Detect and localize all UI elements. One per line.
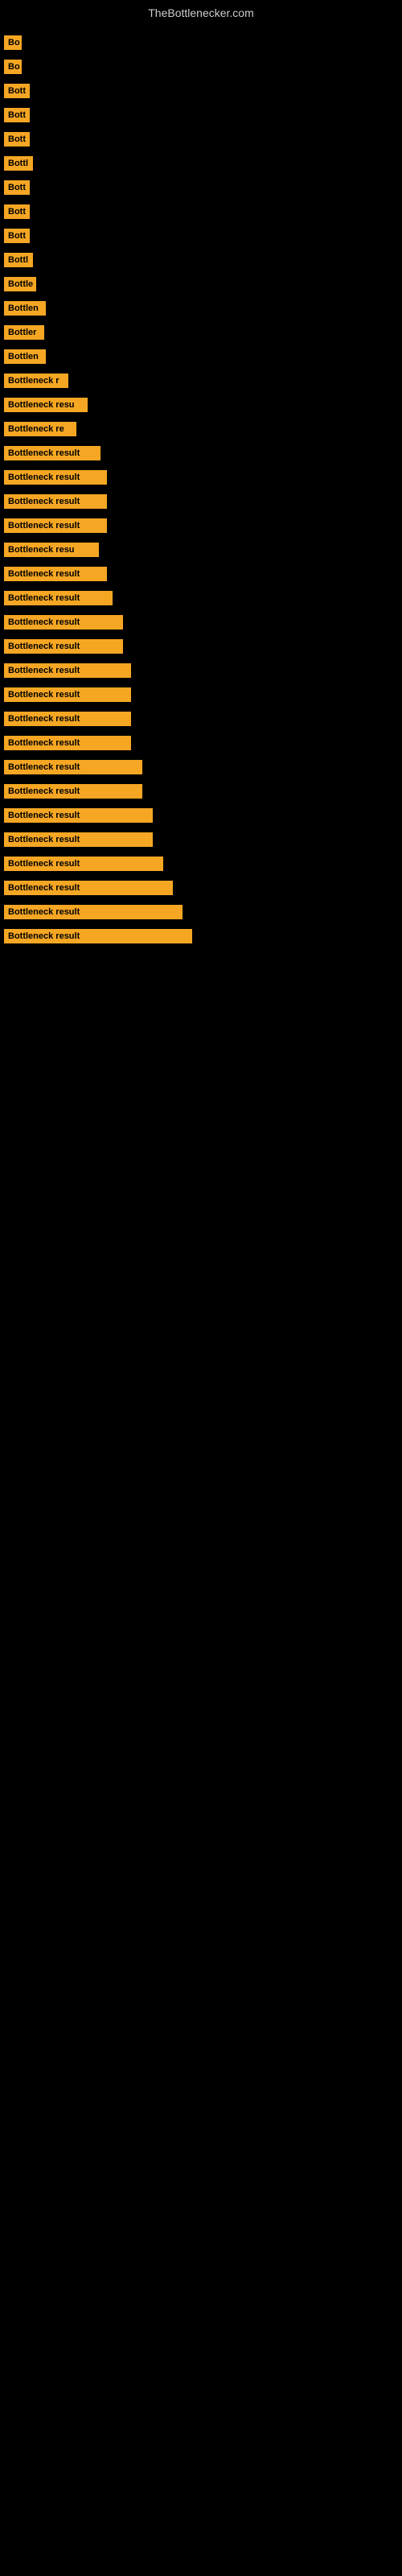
site-title: TheBottlenecker.com xyxy=(0,0,402,23)
list-item: Bott xyxy=(4,224,402,248)
items-container: Bo Bo Bott Bott Bott Bottl Bott Bott Bott Bottl Bo… xyxy=(0,23,402,956)
item-label: Bott xyxy=(4,84,30,98)
list-item: Bo xyxy=(4,31,402,55)
item-label: Bottlen xyxy=(4,301,46,316)
list-item: Bottleneck result xyxy=(4,852,402,876)
list-item: Bottler xyxy=(4,320,402,345)
list-item: Bottleneck result xyxy=(4,803,402,828)
item-label: Bottl xyxy=(4,156,33,171)
item-label: Bottleneck resu xyxy=(4,543,99,557)
list-item: Bottleneck result xyxy=(4,924,402,948)
item-label: Bottler xyxy=(4,325,44,340)
item-label: Bo xyxy=(4,60,22,74)
item-label: Bottleneck result xyxy=(4,591,113,605)
item-label: Bottleneck result xyxy=(4,929,192,943)
item-label: Bottlen xyxy=(4,349,46,364)
item-label: Bottleneck result xyxy=(4,494,107,509)
list-item: Bottleneck result xyxy=(4,828,402,852)
list-item: Bottleneck result xyxy=(4,610,402,634)
list-item: Bottleneck result xyxy=(4,876,402,900)
item-label: Bottleneck result xyxy=(4,736,131,750)
list-item: Bottleneck re xyxy=(4,417,402,441)
list-item: Bottleneck result xyxy=(4,707,402,731)
item-label: Bott xyxy=(4,108,30,122)
list-item: Bottleneck result xyxy=(4,586,402,610)
item-label: Bottleneck result xyxy=(4,615,123,630)
item-label: Bottleneck result xyxy=(4,808,153,823)
list-item: Bottleneck result xyxy=(4,441,402,465)
list-item: Bottleneck resu xyxy=(4,393,402,417)
list-item: Bottleneck result xyxy=(4,465,402,489)
list-item: Bott xyxy=(4,79,402,103)
item-label: Bottleneck result xyxy=(4,470,107,485)
item-label: Bottleneck result xyxy=(4,687,131,702)
list-item: Bottlen xyxy=(4,296,402,320)
list-item: Bottleneck result xyxy=(4,658,402,683)
item-label: Bottleneck result xyxy=(4,446,100,460)
item-label: Bottleneck r xyxy=(4,374,68,388)
list-item: Bottleneck result xyxy=(4,779,402,803)
list-item: Bottleneck result xyxy=(4,514,402,538)
list-item: Bott xyxy=(4,200,402,224)
item-label: Bottleneck result xyxy=(4,712,131,726)
item-label: Bott xyxy=(4,180,30,195)
list-item: Bottleneck result xyxy=(4,731,402,755)
list-item: Bott xyxy=(4,103,402,127)
list-item: Bo xyxy=(4,55,402,79)
list-item: Bottleneck result xyxy=(4,562,402,586)
item-label: Bottleneck result xyxy=(4,639,123,654)
list-item: Bottl xyxy=(4,248,402,272)
list-item: Bottleneck resu xyxy=(4,538,402,562)
list-item: Bottleneck result xyxy=(4,900,402,924)
item-label: Bottleneck result xyxy=(4,567,107,581)
list-item: Bottleneck result xyxy=(4,634,402,658)
list-item: Bottlen xyxy=(4,345,402,369)
item-label: Bott xyxy=(4,132,30,147)
item-label: Bott xyxy=(4,204,30,219)
list-item: Bottleneck r xyxy=(4,369,402,393)
item-label: Bottleneck result xyxy=(4,881,173,895)
item-label: Bottleneck result xyxy=(4,905,183,919)
item-label: Bottl xyxy=(4,253,33,267)
list-item: Bott xyxy=(4,175,402,200)
list-item: Bottleneck result xyxy=(4,755,402,779)
list-item: Bottle xyxy=(4,272,402,296)
item-label: Bottleneck result xyxy=(4,518,107,533)
item-label: Bottleneck result xyxy=(4,857,163,871)
item-label: Bo xyxy=(4,35,22,50)
item-label: Bottleneck result xyxy=(4,663,131,678)
item-label: Bottleneck result xyxy=(4,832,153,847)
list-item: Bottleneck result xyxy=(4,683,402,707)
item-label: Bottleneck result xyxy=(4,784,142,799)
item-label: Bottleneck resu xyxy=(4,398,88,412)
item-label: Bott xyxy=(4,229,30,243)
list-item: Bott xyxy=(4,127,402,151)
list-item: Bottleneck result xyxy=(4,489,402,514)
item-label: Bottleneck result xyxy=(4,760,142,774)
item-label: Bottleneck re xyxy=(4,422,76,436)
item-label: Bottle xyxy=(4,277,36,291)
list-item: Bottl xyxy=(4,151,402,175)
